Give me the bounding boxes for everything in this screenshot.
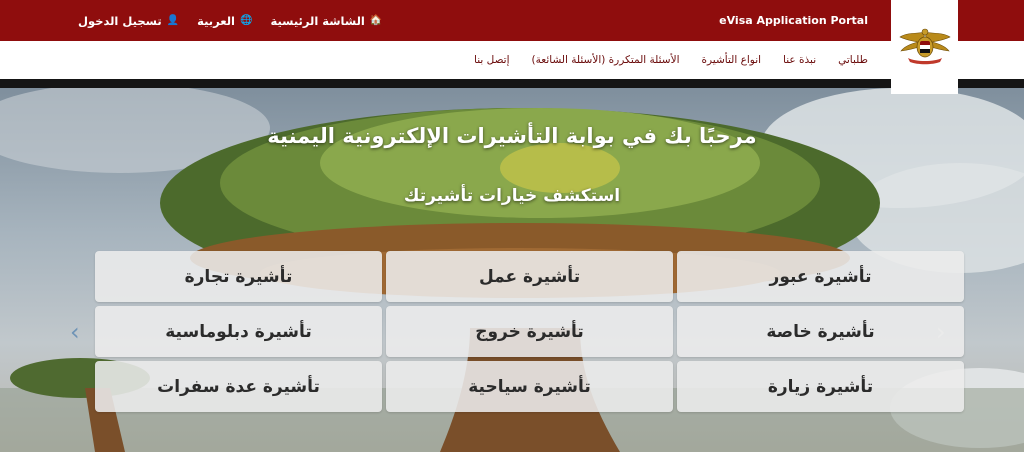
nav-item-about[interactable]: نبذة عنا [783, 54, 816, 66]
visa-option-tourist[interactable]: تأشيرة سياحية [386, 361, 673, 412]
nav-item-my-requests[interactable]: طلباتي [838, 54, 868, 66]
welcome-heading: مرحبًا بك في بوابة التأشيرات الإلكترونية… [267, 124, 757, 148]
nav-divider [0, 79, 1024, 88]
explore-subtitle: استكشف خيارات تأشيرتك [403, 186, 621, 206]
main-nav: طلباتي نبذة عنا انواع التأشيرة الأسئلة ا… [0, 41, 1024, 79]
visa-option-exit[interactable]: تأشيرة خروج [386, 306, 673, 357]
chevron-left-icon: ‹ [70, 318, 80, 346]
visa-option-diplomatic[interactable]: تأشيرة دبلوماسية [95, 306, 382, 357]
carousel-prev-button[interactable]: ‹ [70, 320, 88, 344]
home-icon: 🏠 [369, 14, 383, 26]
home-link-label: الشاشة الرئيسية [270, 13, 365, 28]
language-link-label: العربية [197, 13, 236, 28]
visa-option-business[interactable]: تأشيرة تجارة [95, 251, 382, 302]
visa-option-special[interactable]: تأشيرة خاصة [677, 306, 964, 357]
logo[interactable] [891, 0, 958, 94]
login-link[interactable]: 👤 تسجيل الدخول [78, 14, 179, 28]
globe-icon: 🌐 [240, 14, 253, 26]
yemen-emblem-icon [898, 28, 951, 65]
visa-option-multiple-entry[interactable]: تأشيرة عدة سفرات [95, 361, 382, 412]
visa-option-transit[interactable]: تأشيرة عبور [677, 251, 964, 302]
home-link[interactable]: 🏠 الشاشة الرئيسية [270, 14, 382, 28]
portal-title: eVisa Application Portal [719, 14, 868, 27]
visa-option-work[interactable]: تأشيرة عمل [386, 251, 673, 302]
user-circle-icon: 👤 [166, 14, 180, 26]
nav-item-faq[interactable]: الأسئلة المتكررة (الأسئلة الشائعة) [532, 54, 680, 66]
top-bar: 🏠 الشاشة الرئيسية 🌐 العربية 👤 تسجيل الدخ… [0, 0, 1024, 41]
hero-banner: مرحبًا بك في بوابة التأشيرات الإلكترونية… [0, 88, 1024, 452]
top-links: 🏠 الشاشة الرئيسية 🌐 العربية 👤 تسجيل الدخ… [78, 0, 382, 41]
nav-item-contact[interactable]: إتصل بنا [474, 54, 510, 66]
nav-item-visa-types[interactable]: انواع التأشيرة [702, 54, 762, 66]
nav-menu: طلباتي نبذة عنا انواع التأشيرة الأسئلة ا… [474, 41, 868, 79]
login-link-label: تسجيل الدخول [78, 13, 162, 28]
language-link[interactable]: 🌐 العربية [197, 14, 252, 28]
visa-options-grid: تأشيرة عبور تأشيرة عمل تأشيرة تجارة تأشي… [94, 251, 964, 412]
visa-option-visit[interactable]: تأشيرة زيارة [677, 361, 964, 412]
